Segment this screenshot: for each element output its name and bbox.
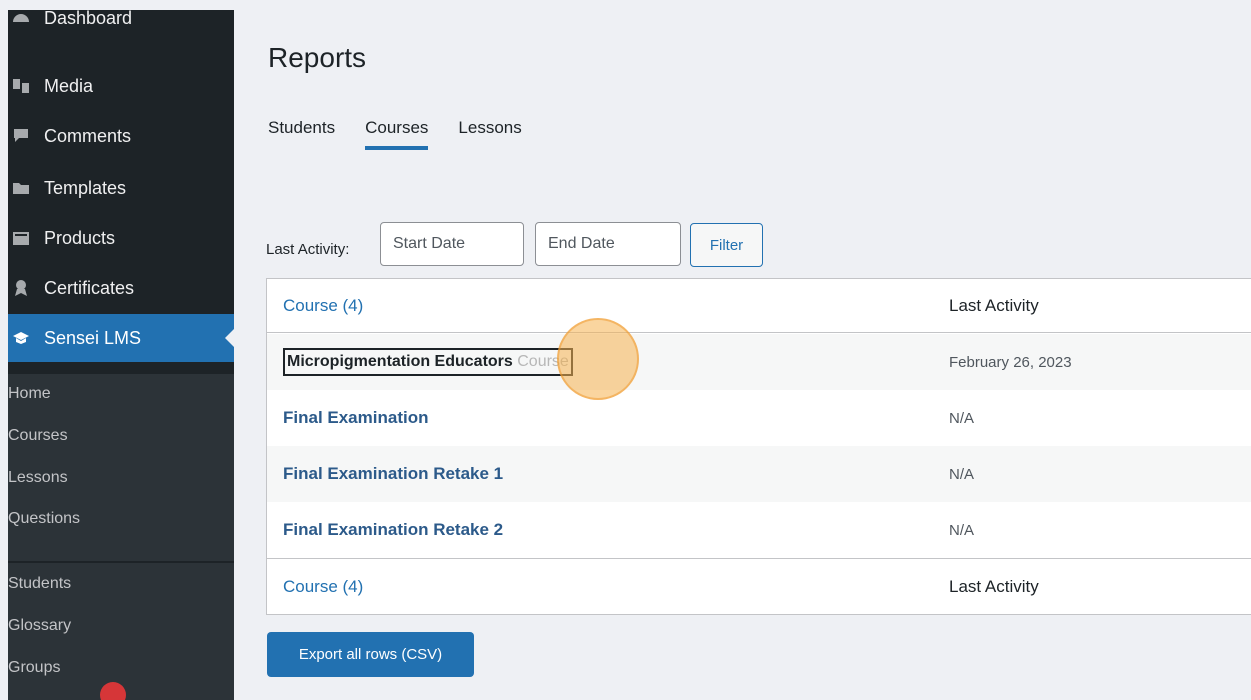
tab-lessons[interactable]: Lessons [458, 118, 521, 150]
course-link[interactable]: Final Examination Retake 1 [283, 464, 503, 484]
sidebar-item-certificates[interactable]: Certificates [8, 264, 234, 312]
submenu-item-lessons[interactable]: Lessons [8, 460, 234, 496]
course-link[interactable]: Micropigmentation Educators Course [283, 348, 573, 376]
courses-report-table: Course (4) Last Activity Micropigmentati… [266, 278, 1251, 615]
sidebar-item-label: Sensei LMS [44, 327, 142, 348]
start-date-input[interactable] [380, 222, 524, 266]
submenu-item-courses[interactable]: Courses [8, 418, 234, 454]
submenu-item-groups[interactable]: Groups [8, 650, 234, 686]
table-row: Final Examination N/A [267, 390, 1251, 446]
course-column-header[interactable]: Course (4) [283, 296, 363, 316]
report-tabs: Students Courses Lessons [268, 118, 552, 150]
admin-sidebar: Dashboard Media Comments Templates Produ… [8, 10, 234, 700]
last-activity-column-header: Last Activity [949, 295, 1039, 315]
course-link[interactable]: Final Examination Retake 2 [283, 520, 503, 540]
sidebar-item-label: Products [44, 227, 116, 248]
tab-students[interactable]: Students [268, 118, 335, 150]
media-icon [12, 77, 30, 95]
page-title: Reports [268, 42, 367, 73]
table-row: Micropigmentation Educators Course Febru… [267, 334, 1251, 390]
course-column-footer[interactable]: Course (4) [283, 577, 363, 597]
last-activity-value: February 26, 2023 [949, 353, 1072, 371]
dashboard-icon [12, 10, 30, 27]
export-csv-button[interactable]: Export all rows (CSV) [267, 632, 474, 677]
table-header-row: Course (4) Last Activity [267, 279, 1251, 333]
last-activity-value: N/A [949, 521, 975, 539]
sidebar-item-label: Comments [44, 125, 132, 146]
last-activity-column-footer: Last Activity [949, 576, 1039, 596]
graduation-cap-icon [12, 329, 30, 347]
products-icon [12, 229, 30, 247]
sidebar-item-products[interactable]: Products [8, 214, 234, 262]
sidebar-item-label: Templates [44, 177, 127, 198]
last-activity-value: N/A [949, 409, 975, 427]
course-link[interactable]: Final Examination [283, 408, 428, 428]
submenu-divider [8, 561, 234, 563]
last-activity-label: Last Activity: [266, 241, 350, 258]
sidebar-item-label: Media [44, 75, 94, 96]
sidebar-item-label: Dashboard [44, 10, 133, 28]
table-footer-row: Course (4) Last Activity [267, 558, 1251, 614]
sidebar-item-comments[interactable]: Comments [8, 112, 234, 160]
filter-button[interactable]: Filter [690, 223, 763, 267]
submenu-item-home[interactable]: Home [8, 376, 234, 412]
submenu-item-students[interactable]: Students [8, 566, 234, 602]
tab-courses[interactable]: Courses [365, 118, 429, 150]
sidebar-item-label: Certificates [44, 277, 135, 298]
folder-icon [12, 179, 30, 197]
table-row: Final Examination Retake 1 N/A [267, 446, 1251, 502]
last-activity-value: N/A [949, 465, 975, 483]
end-date-input[interactable] [535, 222, 681, 266]
submenu-item-glossary[interactable]: Glossary [8, 608, 234, 644]
comments-icon [12, 127, 30, 145]
sidebar-item-media[interactable]: Media [8, 62, 234, 110]
submenu-item-questions[interactable]: Questions [8, 501, 234, 537]
table-row: Final Examination Retake 2 N/A [267, 502, 1251, 558]
sidebar-item-templates[interactable]: Templates [8, 164, 234, 212]
sidebar-item-dashboard[interactable]: Dashboard [8, 10, 234, 42]
certificate-icon [12, 279, 30, 297]
sidebar-item-sensei-lms[interactable]: Sensei LMS [8, 314, 234, 362]
